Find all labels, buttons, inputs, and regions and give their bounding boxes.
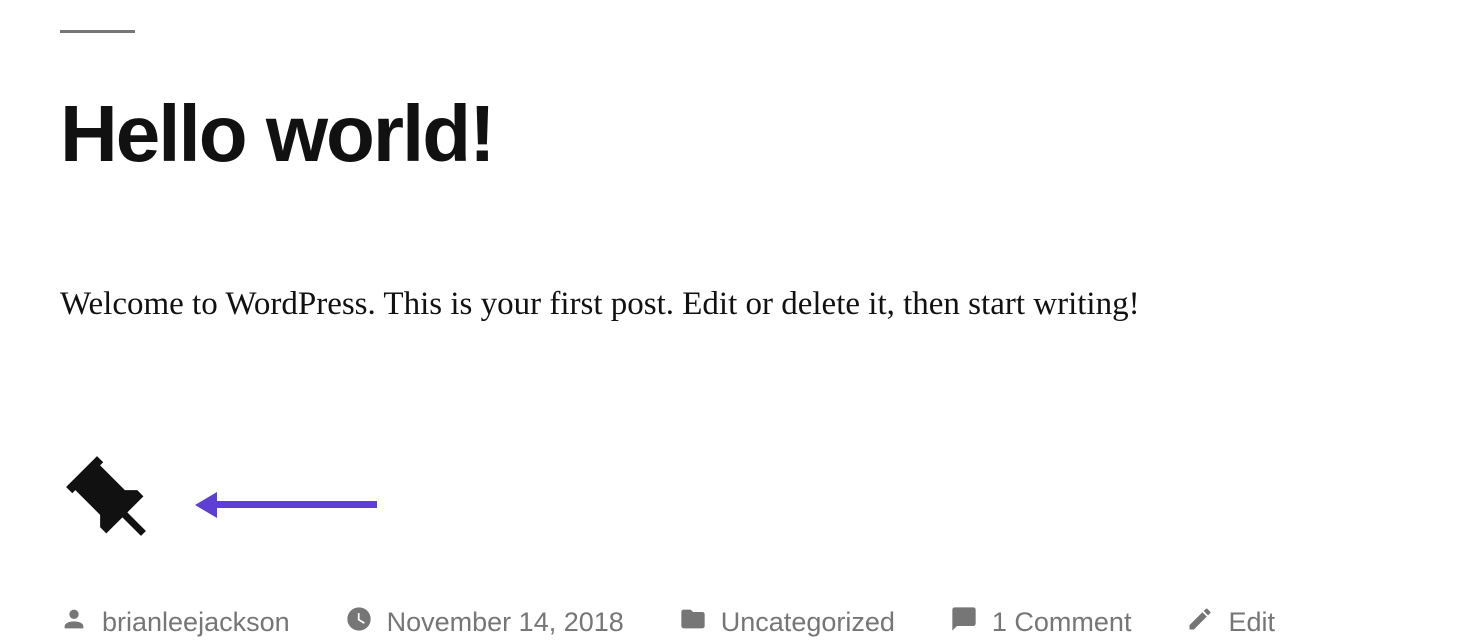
- post-meta-bar: brianleejackson November 14, 2018 Uncate…: [60, 605, 1415, 640]
- comment-icon: [950, 605, 978, 640]
- post-content: Welcome to WordPress. This is your first…: [60, 280, 1415, 330]
- meta-edit: Edit: [1186, 605, 1275, 640]
- clock-icon: [345, 605, 373, 640]
- sticky-post-indicator: [60, 450, 1415, 560]
- arrow-head-icon: [195, 492, 217, 518]
- arrow-line: [217, 501, 377, 508]
- meta-comments: 1 Comment: [950, 605, 1132, 640]
- meta-author: brianleejackson: [60, 605, 290, 640]
- person-icon: [60, 605, 88, 640]
- pin-icon: [60, 450, 165, 560]
- folder-icon: [679, 605, 707, 640]
- meta-date: November 14, 2018: [345, 605, 624, 640]
- pencil-icon: [1186, 605, 1214, 640]
- header-divider: [60, 30, 135, 33]
- post-title[interactable]: Hello world!: [60, 88, 1415, 180]
- arrow-annotation: [195, 492, 377, 518]
- meta-category: Uncategorized: [679, 605, 895, 640]
